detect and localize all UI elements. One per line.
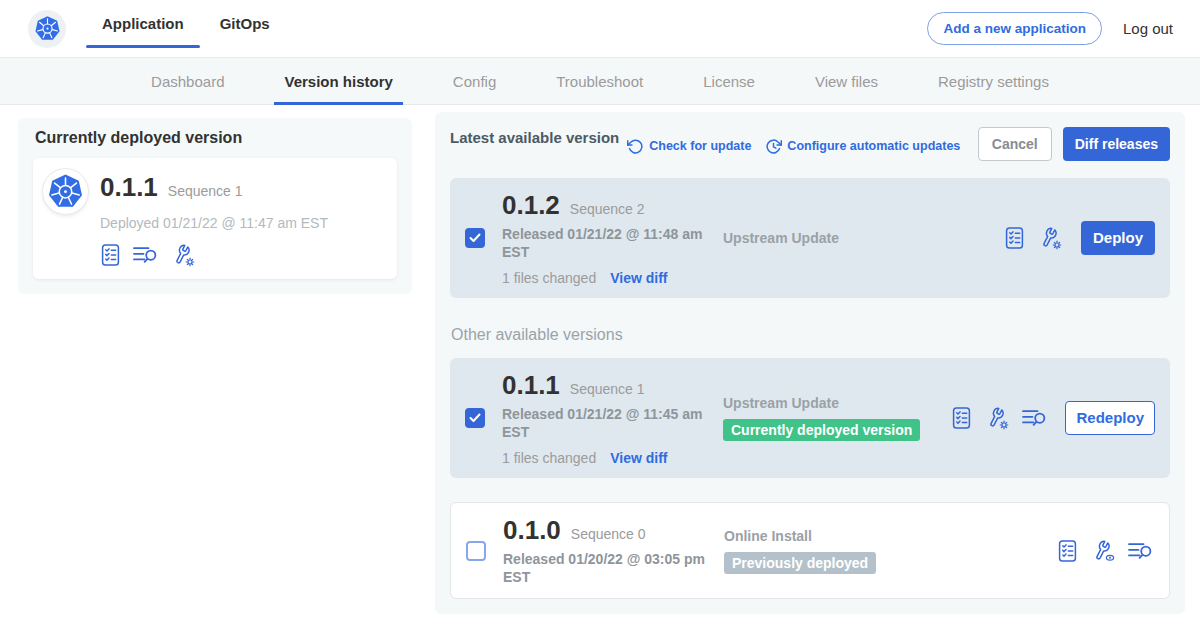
version-source: Online Install (724, 528, 1057, 544)
other-versions-label: Other available versions (450, 326, 1170, 344)
subnav-version-history[interactable]: Version history (274, 58, 402, 104)
preflight-checklist-icon[interactable] (1057, 539, 1078, 563)
version-checkbox[interactable] (466, 541, 486, 561)
version-checkbox[interactable] (465, 228, 485, 248)
deployed-timestamp: Deployed 01/21/22 @ 11:47 am EST (100, 215, 328, 231)
logout-button[interactable]: Log out (1123, 20, 1173, 37)
tab-gitops[interactable]: GitOps (204, 0, 286, 58)
subnav-dashboard[interactable]: Dashboard (141, 58, 234, 104)
check-for-update-link[interactable]: Check for update (627, 138, 751, 155)
refresh-icon (627, 138, 644, 155)
view-files-icon[interactable] (1128, 540, 1154, 562)
released-timestamp: Released 01/20/22 @ 03:05 pm EST (503, 551, 708, 587)
view-files-icon[interactable] (1022, 407, 1048, 429)
subnav-troubleshoot[interactable]: Troubleshoot (546, 58, 653, 104)
version-source: Upstream Update (723, 395, 951, 411)
version-sequence: Sequence 2 (570, 201, 645, 217)
version-card-011: 0.1.1 Sequence 1 Released 01/21/22 @ 11:… (450, 358, 1170, 478)
diff-releases-button[interactable]: Diff releases (1063, 127, 1170, 161)
kubernetes-logo (28, 10, 66, 48)
version-sequence: Sequence 0 (571, 526, 646, 542)
subnav-license[interactable]: License (693, 58, 765, 104)
view-diff-link[interactable]: View diff (610, 450, 667, 466)
deploy-button[interactable]: Deploy (1081, 221, 1155, 255)
edit-config-icon[interactable] (1038, 226, 1062, 250)
currently-deployed-badge: Currently deployed version (723, 419, 920, 441)
latest-available-title: Latest available version (450, 129, 619, 146)
released-timestamp: Released 01/21/22 @ 11:48 am EST (502, 226, 707, 262)
app-header: Application GitOps Add a new application… (0, 0, 1200, 58)
version-number: 0.1.0 (503, 515, 561, 546)
header-tabs: Application GitOps (86, 0, 290, 58)
current-version-number: 0.1.1 (100, 172, 158, 203)
view-config-icon[interactable] (1091, 539, 1115, 563)
cancel-button[interactable]: Cancel (978, 127, 1052, 161)
add-application-button[interactable]: Add a new application (927, 12, 1102, 45)
preflight-checklist-icon[interactable] (1004, 226, 1025, 250)
subnav-registry-settings[interactable]: Registry settings (928, 58, 1059, 104)
version-checkbox[interactable] (465, 408, 485, 428)
main-content: Currently deployed version 0.1.1 Sequenc… (0, 105, 1200, 614)
current-sequence: Sequence 1 (168, 183, 243, 199)
edit-config-icon[interactable] (171, 243, 195, 267)
app-subnav: Dashboard Version history Config Trouble… (0, 58, 1200, 105)
subnav-view-files[interactable]: View files (805, 58, 888, 104)
view-files-icon[interactable] (133, 244, 159, 266)
currently-deployed-title: Currently deployed version (35, 129, 395, 147)
kubernetes-logo (43, 169, 88, 214)
previously-deployed-badge: Previously deployed (724, 552, 876, 574)
preflight-checklist-icon[interactable] (100, 243, 121, 267)
released-timestamp: Released 01/21/22 @ 11:45 am EST (502, 406, 707, 442)
files-changed: 1 files changed (502, 270, 596, 286)
configure-automatic-updates-link[interactable]: Configure automatic updates (765, 138, 960, 155)
view-diff-link[interactable]: View diff (610, 270, 667, 286)
version-source: Upstream Update (723, 230, 1004, 246)
version-number: 0.1.1 (502, 370, 560, 401)
auto-update-clock-icon (765, 138, 782, 155)
version-card-012: 0.1.2 Sequence 2 Released 01/21/22 @ 11:… (450, 178, 1170, 298)
tab-application[interactable]: Application (86, 0, 200, 58)
version-history-panel: Latest available version Check for updat… (435, 112, 1185, 614)
subnav-config[interactable]: Config (443, 58, 506, 104)
files-changed: 1 files changed (502, 450, 596, 466)
version-sequence: Sequence 1 (570, 381, 645, 397)
currently-deployed-version: 0.1.1 Sequence 1 Deployed 01/21/22 @ 11:… (33, 158, 397, 279)
currently-deployed-card: Currently deployed version 0.1.1 Sequenc… (18, 118, 412, 294)
version-card-010: 0.1.0 Sequence 0 Released 01/20/22 @ 03:… (450, 502, 1170, 600)
version-number: 0.1.2 (502, 190, 560, 221)
edit-config-icon[interactable] (985, 406, 1009, 430)
preflight-checklist-icon[interactable] (951, 406, 972, 430)
redeploy-button[interactable]: Redeploy (1065, 401, 1155, 435)
